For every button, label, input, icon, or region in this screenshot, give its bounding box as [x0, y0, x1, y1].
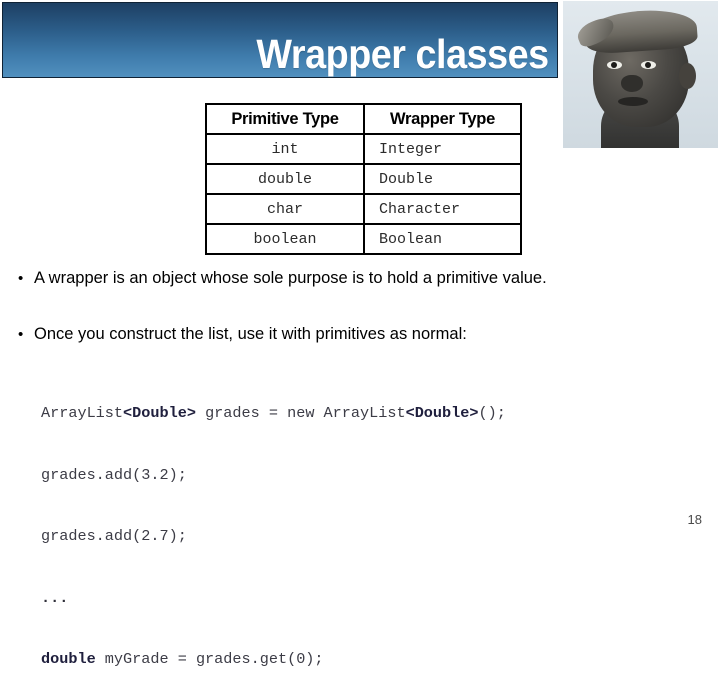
cell-wrapper: Double	[363, 163, 522, 195]
page-number: 18	[687, 512, 702, 527]
photo-pupil-left	[611, 62, 617, 68]
bullet-text: Once you construct the list, use it with…	[34, 325, 467, 343]
column-header-primitive-type: Primitive Type	[205, 103, 365, 135]
table-row: char Character	[205, 193, 522, 225]
bullet-marker-icon: •	[18, 270, 24, 287]
photo-nose	[621, 75, 643, 92]
code-text: ArrayList	[41, 404, 124, 422]
slide-header-banner: Wrapper classes	[2, 2, 558, 78]
code-text: grades = new ArrayList	[195, 404, 406, 422]
code-text: myGrade = grades.get(0);	[95, 650, 324, 668]
bullet-text: A wrapper is an object whose sole purpos…	[34, 269, 547, 287]
cell-primitive: boolean	[205, 223, 365, 255]
portrait-photo	[563, 1, 718, 148]
cell-primitive: int	[205, 133, 365, 165]
bullet-marker-icon: •	[18, 326, 24, 343]
code-generic-type: <Double>	[405, 404, 479, 422]
photo-mouth	[618, 97, 648, 106]
code-generic-type: <Double>	[123, 404, 196, 422]
code-line-5: double myGrade = grades.get(0);	[41, 649, 506, 670]
cell-primitive: char	[205, 193, 365, 225]
cell-wrapper: Character	[363, 193, 522, 225]
code-sample: ArrayList<Double> grades = new ArrayList…	[41, 362, 506, 690]
cell-primitive: double	[205, 163, 365, 195]
code-line-1: ArrayList<Double> grades = new ArrayList…	[41, 403, 506, 424]
code-text: ();	[478, 404, 506, 422]
cell-wrapper: Integer	[363, 133, 522, 165]
cell-wrapper: Boolean	[363, 223, 522, 255]
code-line-4-ellipsis: ...	[41, 588, 69, 607]
photo-ear	[679, 63, 696, 89]
table-row: int Integer	[205, 133, 522, 165]
page-title: Wrapper classes	[256, 31, 550, 77]
code-keyword-double: double	[41, 650, 96, 668]
code-line-2: grades.add(3.2);	[41, 465, 187, 484]
code-line-3: grades.add(2.7);	[41, 527, 187, 545]
bullet-item-1: • A wrapper is an object whose sole purpo…	[18, 269, 547, 288]
table-row: boolean Boolean	[205, 223, 522, 255]
column-header-wrapper-type: Wrapper Type	[363, 103, 522, 135]
primitive-wrapper-table: Primitive Type Wrapper Type int Integer …	[205, 103, 522, 255]
table-header-row: Primitive Type Wrapper Type	[205, 103, 522, 135]
photo-pupil-right	[645, 62, 651, 68]
bullet-item-2: • Once you construct the list, use it wit…	[18, 325, 467, 344]
table-row: double Double	[205, 163, 522, 195]
